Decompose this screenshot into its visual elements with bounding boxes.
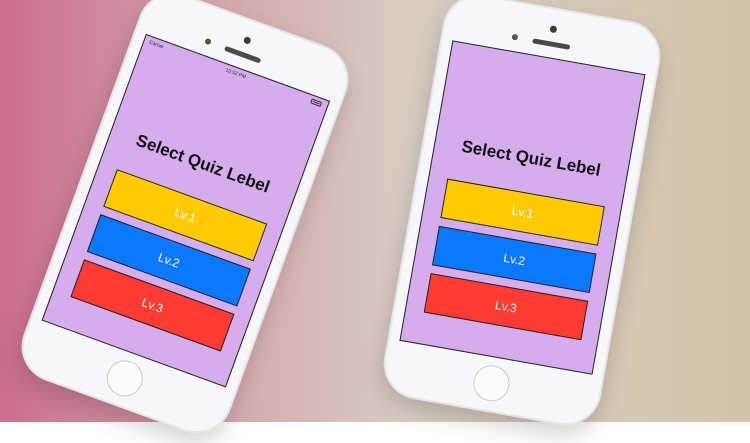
earpiece-speaker	[532, 38, 571, 50]
proximity-sensor	[511, 33, 519, 41]
app-screen: Select Quiz Lebel Lv.1 Lv.2 Lv.3	[399, 40, 646, 375]
earpiece-speaker	[223, 45, 262, 64]
battery-icon	[310, 98, 323, 107]
home-button[interactable]	[101, 355, 148, 402]
proximity-sensor	[204, 37, 212, 46]
page-title: Select Quiz Lebel	[460, 136, 603, 180]
status-bar: Carrier 12:52 PM	[142, 35, 329, 115]
front-camera	[549, 25, 558, 34]
home-button[interactable]	[470, 362, 513, 405]
front-camera	[242, 35, 252, 45]
